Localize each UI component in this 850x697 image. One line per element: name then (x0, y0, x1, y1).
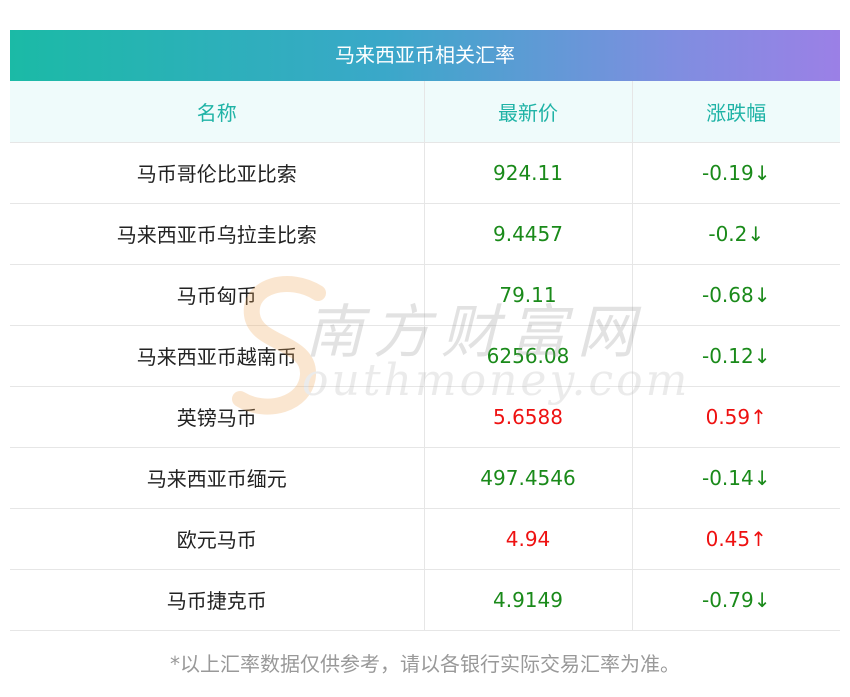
table-row: 马来西亚币缅元 497.4546 -0.14↓ (10, 447, 840, 509)
row-name[interactable]: 英镑马币 (10, 386, 424, 448)
rate-table: 名称 最新价 涨跌幅 马币哥伦比亚比索 924.11 -0.19↓ 马来西亚币乌… (10, 81, 840, 631)
header-price: 最新价 (423, 81, 632, 143)
row-name[interactable]: 马来西亚币越南币 (10, 325, 424, 387)
header-change: 涨跌幅 (631, 81, 840, 143)
header-name: 名称 (10, 81, 424, 143)
row-name[interactable]: 马来西亚币缅元 (10, 447, 424, 509)
row-price: 497.4546 (423, 447, 632, 509)
row-price: 4.94 (423, 508, 632, 570)
header-row: 名称 最新价 涨跌幅 (10, 81, 840, 143)
row-price: 6256.08 (423, 325, 632, 387)
row-change: -0.68↓ (631, 264, 840, 326)
table-row: 欧元马币 4.94 0.45↑ (10, 508, 840, 570)
table-row: 马币捷克币 4.9149 -0.79↓ (10, 569, 840, 631)
row-name[interactable]: 马币匈币 (10, 264, 424, 326)
table-row: 英镑马币 5.6588 0.59↑ (10, 386, 840, 448)
rate-table-container: 马来西亚币相关汇率 名称 最新价 涨跌幅 马币哥伦比亚比索 924.11 -0.… (10, 30, 840, 631)
row-price: 9.4457 (423, 203, 632, 265)
footnote: *以上汇率数据仅供参考，请以各银行实际交易汇率为准。 (170, 652, 680, 676)
row-name[interactable]: 马来西亚币乌拉圭比索 (10, 203, 424, 265)
row-change: -0.12↓ (631, 325, 840, 387)
row-name[interactable]: 马币捷克币 (10, 569, 424, 631)
row-change: -0.2↓ (631, 203, 840, 265)
row-price: 5.6588 (423, 386, 632, 448)
row-change: -0.14↓ (631, 447, 840, 509)
row-price: 79.11 (423, 264, 632, 326)
row-name[interactable]: 马币哥伦比亚比索 (10, 142, 424, 204)
row-change: -0.79↓ (631, 569, 840, 631)
page: 马来西亚币相关汇率 名称 最新价 涨跌幅 马币哥伦比亚比索 924.11 -0.… (0, 0, 850, 697)
row-price: 924.11 (423, 142, 632, 204)
table-title: 马来西亚币相关汇率 (10, 30, 840, 81)
row-change: -0.19↓ (631, 142, 840, 204)
table-row: 马币哥伦比亚比索 924.11 -0.19↓ (10, 142, 840, 204)
row-change: 0.45↑ (631, 508, 840, 570)
table-row: 马来西亚币乌拉圭比索 9.4457 -0.2↓ (10, 203, 840, 265)
table-row: 马来西亚币越南币 6256.08 -0.12↓ (10, 325, 840, 387)
table-row: 马币匈币 79.11 -0.68↓ (10, 264, 840, 326)
row-change: 0.59↑ (631, 386, 840, 448)
row-name[interactable]: 欧元马币 (10, 508, 424, 570)
row-price: 4.9149 (423, 569, 632, 631)
